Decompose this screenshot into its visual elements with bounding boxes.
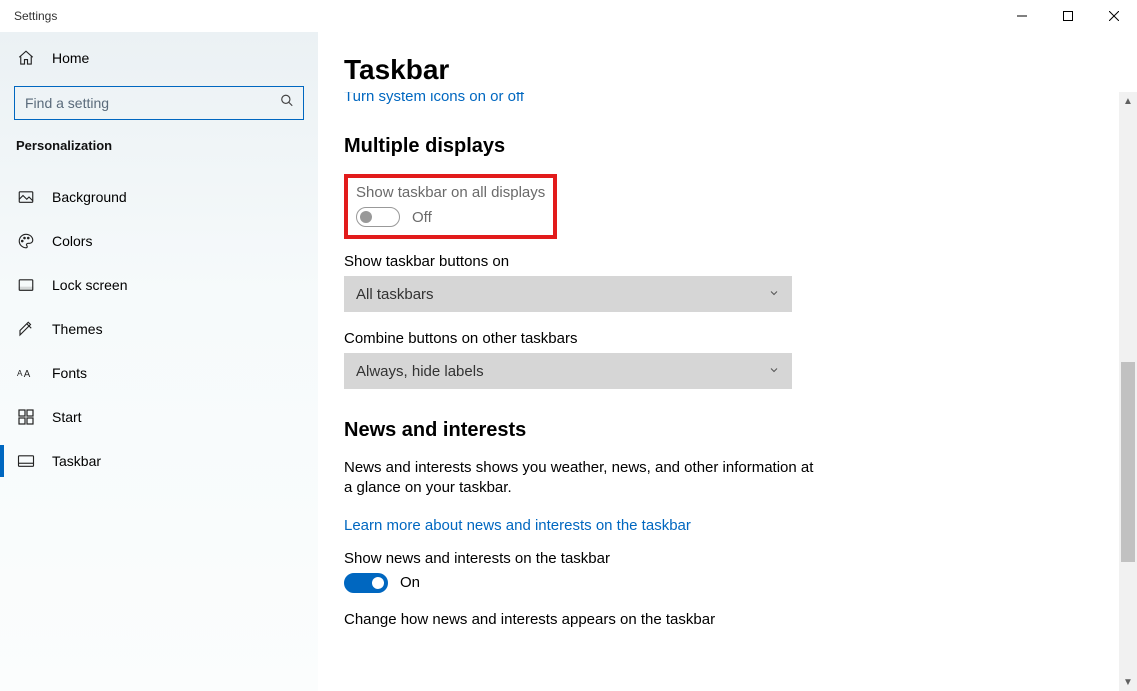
svg-text:A: A	[17, 369, 23, 378]
sidebar-item-label: Background	[52, 189, 127, 205]
scrollbar-thumb[interactable]	[1121, 362, 1135, 562]
label-show-taskbar-all: Show taskbar on all displays	[356, 184, 545, 201]
maximize-button[interactable]	[1045, 0, 1091, 32]
search-input[interactable]	[14, 86, 304, 120]
start-icon	[16, 407, 36, 427]
sidebar-item-colors[interactable]: Colors	[0, 219, 318, 263]
sidebar-item-label: Fonts	[52, 365, 87, 381]
main-content: Taskbar Turn system icons on or off Mult…	[318, 32, 1137, 691]
toggle-show-news[interactable]	[344, 573, 388, 593]
lockscreen-icon	[16, 275, 36, 295]
window-title: Settings	[14, 9, 57, 23]
minimize-button[interactable]	[999, 0, 1045, 32]
chevron-down-icon	[768, 363, 780, 380]
taskbar-icon	[16, 451, 36, 471]
titlebar: Settings	[0, 0, 1137, 32]
sidebar-item-themes[interactable]: Themes	[0, 307, 318, 351]
dropdown-show-buttons-on[interactable]: All taskbars	[344, 276, 792, 312]
sidebar-item-label: Colors	[52, 233, 92, 249]
news-description: News and interests shows you weather, ne…	[344, 458, 814, 499]
toggle-state-text: Off	[412, 209, 432, 226]
label-change-news-appearance: Change how news and interests appears on…	[344, 611, 1119, 628]
sidebar: Home Personalization Background	[0, 32, 318, 691]
section-multiple-displays: Multiple displays	[344, 135, 1119, 158]
themes-icon	[16, 319, 36, 339]
category-label: Personalization	[0, 132, 318, 161]
toggle-state-text: On	[400, 574, 420, 591]
fonts-icon: AA	[16, 363, 36, 383]
toggle-show-taskbar-all[interactable]	[356, 207, 400, 227]
sidebar-item-label: Themes	[52, 321, 103, 337]
sidebar-item-lockscreen[interactable]: Lock screen	[0, 263, 318, 307]
home-label: Home	[52, 50, 89, 66]
label-show-news: Show news and interests on the taskbar	[344, 550, 1119, 567]
scroll-down-arrow[interactable]: ▼	[1119, 673, 1137, 691]
sidebar-item-fonts[interactable]: AA Fonts	[0, 351, 318, 395]
svg-text:A: A	[24, 369, 31, 380]
chevron-down-icon	[768, 286, 780, 303]
link-learn-news[interactable]: Learn more about news and interests on t…	[344, 517, 691, 534]
dropdown-combine-buttons[interactable]: Always, hide labels	[344, 353, 792, 389]
sidebar-item-label: Lock screen	[52, 277, 127, 293]
link-system-icons[interactable]: Turn system icons on or off	[344, 92, 1119, 105]
sidebar-item-label: Taskbar	[52, 453, 101, 469]
highlight-box: Show taskbar on all displays Off	[344, 174, 557, 239]
page-title: Taskbar	[344, 54, 1137, 86]
sidebar-item-label: Start	[52, 409, 82, 425]
scroll-up-arrow[interactable]: ▲	[1119, 92, 1137, 110]
search-icon	[280, 94, 294, 113]
dropdown-value: All taskbars	[356, 286, 434, 303]
sidebar-item-background[interactable]: Background	[0, 175, 318, 219]
sidebar-item-taskbar[interactable]: Taskbar	[0, 439, 318, 483]
label-show-buttons-on: Show taskbar buttons on	[344, 253, 1119, 270]
sidebar-item-start[interactable]: Start	[0, 395, 318, 439]
home-icon	[16, 48, 36, 68]
section-news-interests: News and interests	[344, 419, 1119, 442]
home-nav[interactable]: Home	[0, 38, 318, 78]
dropdown-value: Always, hide labels	[356, 363, 484, 380]
palette-icon	[16, 231, 36, 251]
picture-icon	[16, 187, 36, 207]
close-button[interactable]	[1091, 0, 1137, 32]
label-combine-buttons: Combine buttons on other taskbars	[344, 330, 1119, 347]
